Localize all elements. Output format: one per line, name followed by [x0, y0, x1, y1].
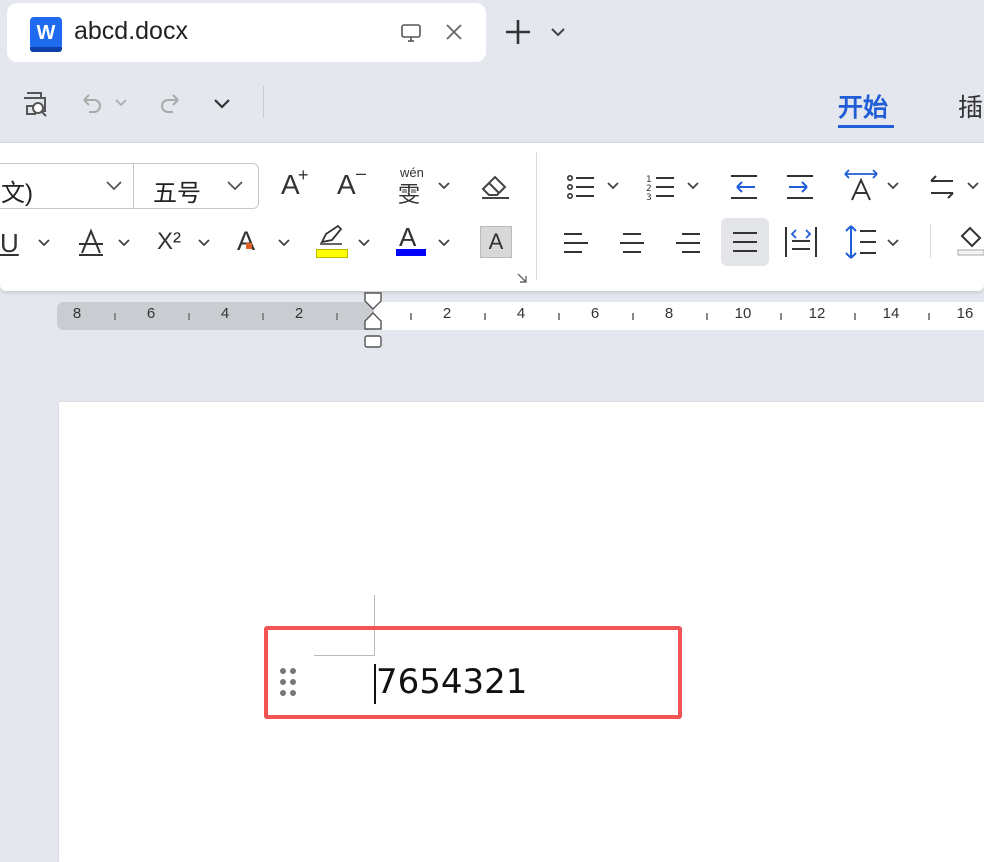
ruler-minor-tick: [336, 313, 338, 320]
ruler-minor-tick: [928, 313, 930, 320]
plus-icon: +: [298, 165, 309, 185]
shading-fill-icon[interactable]: [956, 222, 984, 258]
highlighter-icon[interactable]: [316, 222, 346, 248]
chevron-down-icon[interactable]: [437, 238, 451, 247]
tab-title: abcd.docx: [74, 17, 188, 45]
eraser-icon[interactable]: [478, 168, 514, 204]
font-size-dropdown[interactable]: 五号: [133, 163, 259, 209]
svg-text:3: 3: [646, 193, 652, 201]
chevron-down-icon[interactable]: [966, 181, 980, 190]
ruler-tick-label: 2: [442, 305, 452, 322]
drag-handle-icon[interactable]: [279, 667, 299, 697]
character-shading-button[interactable]: A: [480, 226, 512, 258]
phonetic-guide-button[interactable]: wén 雯: [396, 163, 436, 207]
undo-icon[interactable]: [76, 84, 106, 122]
underline-icon[interactable]: U: [0, 228, 19, 259]
ruler-minor-tick: [410, 313, 412, 320]
ruler-tick-label: 16: [956, 305, 974, 322]
ruler-minor-tick: [484, 313, 486, 320]
text-direction-icon[interactable]: [843, 168, 879, 202]
outdent-icon[interactable]: [728, 172, 760, 202]
ruler-tick-label: 8: [72, 305, 82, 322]
ribbon-group-divider: [536, 152, 537, 280]
ribbon-divider: [930, 224, 931, 258]
minus-icon: –: [356, 163, 367, 183]
numbering-icon[interactable]: 123: [645, 172, 677, 202]
indent-markers[interactable]: [364, 292, 382, 348]
grow-font-button[interactable]: A +: [281, 165, 309, 201]
chevron-down-icon[interactable]: [548, 24, 568, 40]
ruler-minor-tick: [262, 313, 264, 320]
text-effect-color-swatch: [246, 243, 252, 249]
highlight-color-swatch: [316, 249, 348, 258]
tab-insert[interactable]: 插: [958, 88, 983, 124]
swap-icon[interactable]: [926, 172, 958, 202]
tab-home[interactable]: 开始: [838, 88, 888, 124]
ruler-minor-tick: [706, 313, 708, 320]
print-preview-icon[interactable]: [18, 84, 52, 122]
line-spacing-icon[interactable]: [844, 223, 878, 261]
chevron-down-icon[interactable]: [277, 238, 291, 247]
chevron-down-icon[interactable]: [37, 238, 51, 247]
chevron-down-icon[interactable]: [686, 181, 700, 190]
document-text[interactable]: 7654321: [376, 662, 527, 702]
ruler-minor-tick: [558, 313, 560, 320]
ruler-minor-tick: [780, 313, 782, 320]
chevron-down-icon[interactable]: [437, 181, 451, 190]
chevron-down-icon: [227, 181, 243, 191]
align-left-icon[interactable]: [561, 229, 591, 257]
ruler-tick-label: 2: [294, 305, 304, 322]
chevron-down-icon[interactable]: [886, 238, 900, 247]
monitor-icon[interactable]: [398, 20, 424, 46]
align-right-icon[interactable]: [673, 229, 703, 257]
strikethrough-icon[interactable]: [76, 226, 106, 258]
phonetic-char: 雯: [398, 182, 421, 207]
plus-icon[interactable]: [502, 16, 534, 48]
ruler-tick-label: 4: [220, 305, 230, 322]
active-tab-underline: [838, 125, 894, 128]
ruler-minor-tick: [632, 313, 634, 320]
font-name-value: 文): [1, 180, 33, 207]
ruler-minor-tick: [114, 313, 116, 320]
justify-icon[interactable]: [721, 218, 769, 266]
font-size-value: 五号: [153, 180, 201, 207]
chevron-down-icon[interactable]: [886, 181, 900, 190]
chevron-down-icon[interactable]: [197, 238, 211, 247]
text-effect-label: A: [237, 226, 256, 256]
grow-font-label: A: [281, 169, 300, 200]
ruler-tick-label: 4: [516, 305, 526, 322]
indent-icon[interactable]: [784, 172, 816, 202]
ruler-minor-tick: [854, 313, 856, 320]
word-app-logo: W: [30, 17, 62, 52]
font-dialog-launcher-icon[interactable]: [516, 272, 528, 284]
more-commands-chevron-icon[interactable]: [209, 84, 235, 122]
ruler-tick-label: 6: [590, 305, 600, 322]
superscript-button[interactable]: X²: [157, 228, 181, 256]
text-effect-button[interactable]: A: [237, 226, 255, 257]
ruler-tick-label: 10: [734, 305, 752, 322]
undo-chevron-icon[interactable]: [112, 84, 130, 122]
ruler-tick-label: 14: [882, 305, 900, 322]
ruler-minor-tick: [188, 313, 190, 320]
ruler-tick-label: 12: [808, 305, 826, 322]
font-color-label: A: [399, 222, 417, 252]
toolbar-divider: [263, 86, 264, 118]
chevron-down-icon: [106, 181, 122, 191]
ruler-tick-label: 8: [664, 305, 674, 322]
shrink-font-label: A: [337, 169, 356, 200]
chevron-down-icon[interactable]: [357, 238, 371, 247]
chevron-down-icon[interactable]: [117, 238, 131, 247]
char-shading-label: A: [488, 229, 504, 254]
shrink-font-button[interactable]: A –: [337, 163, 366, 201]
redo-icon[interactable]: [156, 84, 186, 122]
distribute-icon[interactable]: [784, 225, 818, 259]
ruler-tick-label: 6: [146, 305, 156, 322]
align-center-icon[interactable]: [617, 229, 647, 257]
close-icon[interactable]: [441, 19, 467, 45]
font-name-dropdown[interactable]: 文): [0, 163, 135, 209]
chevron-down-icon[interactable]: [606, 181, 620, 190]
font-color-swatch: [396, 249, 426, 256]
bullets-icon[interactable]: [565, 172, 597, 202]
